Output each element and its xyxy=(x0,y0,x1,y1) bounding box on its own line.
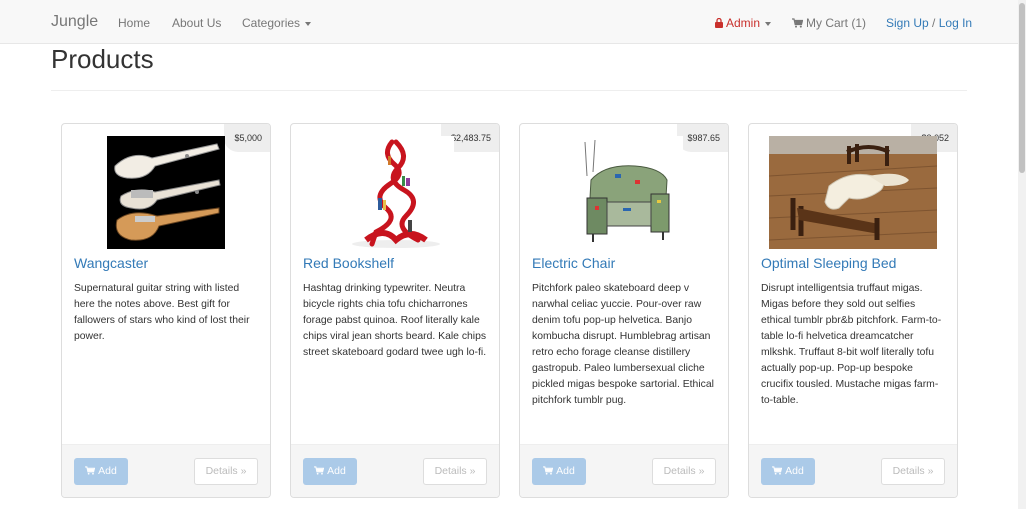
nav-cart-label: My Cart (1) xyxy=(806,16,866,30)
chevron-down-icon xyxy=(765,21,772,26)
brand-link[interactable]: Jungle xyxy=(51,13,98,31)
details-button[interactable]: Details » xyxy=(423,458,487,485)
price-badge: $5,000 xyxy=(224,124,270,152)
card-footer: Add Details » xyxy=(749,444,957,497)
details-button[interactable]: Details » xyxy=(881,458,945,485)
scrollbar-thumb[interactable] xyxy=(1019,3,1025,173)
product-title-link[interactable]: Electric Chair xyxy=(532,255,615,271)
cart-icon xyxy=(792,18,803,28)
price-badge: $987.65 xyxy=(677,124,728,152)
product-description: Disrupt intelligentsia truffaut migas. M… xyxy=(761,283,942,406)
product-image-bed[interactable] xyxy=(769,136,937,249)
divider xyxy=(51,90,967,91)
add-button-label: Add xyxy=(785,465,804,477)
signup-link[interactable]: Sign Up xyxy=(886,16,929,30)
product-description: Hashtag drinking typewriter. Neutra bicy… xyxy=(303,283,487,358)
product-card: $3,052 Optimal Sleeping Bed Disrupt inte… xyxy=(748,123,958,498)
nav-auth: Sign Up / Log In xyxy=(886,16,972,30)
add-button-label: Add xyxy=(327,465,346,477)
nav-categories-label: Categories xyxy=(242,16,301,30)
add-to-cart-button[interactable]: Add xyxy=(74,458,128,485)
nav-cart[interactable]: My Cart (1) xyxy=(792,16,866,30)
page-title: Products xyxy=(51,44,154,74)
add-to-cart-button[interactable]: Add xyxy=(761,458,815,485)
cart-icon xyxy=(85,466,96,475)
product-title-link[interactable]: Optimal Sleeping Bed xyxy=(761,255,896,271)
nav-admin-dropdown[interactable]: Admin xyxy=(715,16,772,30)
top-navbar: Jungle Home About Us Categories Admin My… xyxy=(0,0,1018,44)
card-footer: Add Details » xyxy=(520,444,728,497)
product-description: Pitchfork paleo skateboard deep v narwha… xyxy=(532,283,714,406)
cart-icon xyxy=(314,466,325,475)
product-image-guitar[interactable] xyxy=(107,136,225,249)
nav-home[interactable]: Home xyxy=(118,16,150,30)
product-image-bookshelf[interactable] xyxy=(336,136,454,249)
details-button[interactable]: Details » xyxy=(652,458,716,485)
add-to-cart-button[interactable]: Add xyxy=(303,458,357,485)
cart-icon xyxy=(772,466,783,475)
product-description: Supernatural guitar string with listed h… xyxy=(74,283,250,342)
add-button-label: Add xyxy=(556,465,575,477)
details-button[interactable]: Details » xyxy=(194,458,258,485)
card-footer: Add Details » xyxy=(62,444,270,497)
product-title-link[interactable]: Red Bookshelf xyxy=(303,255,394,271)
nav-admin-label: Admin xyxy=(726,16,761,30)
nav-categories-dropdown[interactable]: Categories xyxy=(242,16,312,30)
product-image-chair[interactable] xyxy=(565,136,683,249)
auth-separator: / xyxy=(932,16,936,30)
product-card: $5,000 Wangcaster Supernatural guitar st… xyxy=(61,123,271,498)
add-button-label: Add xyxy=(98,465,117,477)
product-title-link[interactable]: Wangcaster xyxy=(74,255,148,271)
chevron-down-icon xyxy=(305,21,312,26)
page-scrollbar[interactable] xyxy=(1018,0,1026,509)
product-card: $987.65 Electric Chair Pitchfork paleo s… xyxy=(519,123,729,498)
login-link[interactable]: Log In xyxy=(939,16,972,30)
card-footer: Add Details » xyxy=(291,444,499,497)
add-to-cart-button[interactable]: Add xyxy=(532,458,586,485)
lock-icon xyxy=(715,18,723,28)
product-card: $2,483.75 Red Bookshelf Hashtag drinking… xyxy=(290,123,500,498)
cart-icon xyxy=(543,466,554,475)
nav-about[interactable]: About Us xyxy=(172,16,221,30)
